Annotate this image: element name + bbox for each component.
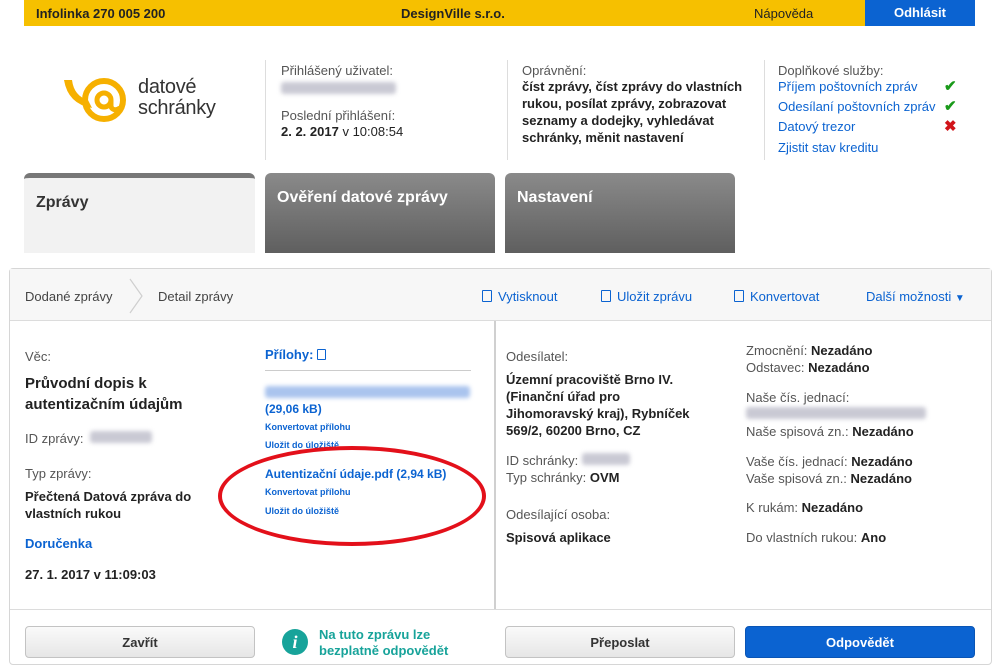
print-icon	[482, 290, 492, 302]
tab-label: Nastavení	[517, 189, 593, 206]
last-login-label: Poslední přihlášení:	[281, 108, 396, 123]
tab-label: Zprávy	[36, 194, 89, 211]
logout-button[interactable]: Odhlásit	[865, 0, 975, 26]
header-divider	[265, 60, 266, 160]
close-button[interactable]: Zavřít	[25, 626, 255, 658]
service-item-data-vault[interactable]: Datový trezor	[778, 119, 855, 134]
tab-label: Ověření datové zprávy	[277, 189, 448, 206]
permissions-label: Oprávnění:	[522, 63, 587, 78]
help-link[interactable]: Nápověda	[754, 6, 813, 21]
our-ref-label: Naše čís. jednací:	[746, 390, 850, 405]
save-message-button[interactable]: Uložit zprávu	[601, 289, 692, 304]
box-type: Typ schránky: OVM	[506, 470, 620, 485]
tab-messages[interactable]: Zprávy	[24, 173, 255, 253]
tab-settings[interactable]: Nastavení	[505, 173, 735, 253]
top-bar: Infolinka 270 005 200 DesignVille s.r.o.…	[24, 0, 975, 26]
cross-icon: ✖	[944, 118, 957, 135]
breadcrumb-detail: Detail zprávy	[158, 289, 234, 304]
logo-text-2: schránky	[138, 97, 216, 119]
caret-down-icon: ▼	[954, 293, 965, 304]
sender-person-label: Odesílající osoba:	[506, 507, 611, 522]
at-sign-logo-icon	[64, 78, 126, 122]
infoline: Infolinka 270 005 200	[36, 6, 166, 21]
box-id-label: ID schránky:	[506, 453, 579, 468]
service-item-postal-receive[interactable]: Příjem poštovních zpráv	[778, 79, 917, 94]
sender-value: Územní pracoviště Brno IV. (Finanční úřa…	[506, 372, 690, 438]
paragraph: Odstavec: Nezadáno	[746, 360, 870, 375]
convert-button[interactable]: Konvertovat	[734, 289, 819, 304]
check-credit-link[interactable]: Zjistit stav kreditu	[778, 140, 878, 155]
message-detail-panel: Dodané zprávy Detail zprávy Vytisknout U…	[9, 268, 992, 665]
convert-icon	[734, 290, 744, 302]
logged-user-label: Přihlášený uživatel:	[281, 63, 393, 78]
more-options-dropdown[interactable]: Další možnosti ▼	[866, 289, 965, 304]
your-file: Vaše spisová zn.: Nezadáno	[746, 471, 912, 486]
info-icon: i	[282, 629, 308, 655]
your-ref: Vaše čís. jednací: Nezadáno	[746, 454, 913, 469]
header-divider	[764, 60, 765, 160]
tab-verify-message[interactable]: Ověření datové zprávy	[265, 173, 495, 253]
reply-button[interactable]: Odpovědět	[745, 626, 975, 658]
services-label: Doplňkové služby:	[778, 63, 884, 78]
personal-delivery: Do vlastních rukou: Ano	[746, 530, 887, 545]
check-icon: ✔	[944, 78, 957, 95]
breadcrumb-delivered[interactable]: Dodané zprávy	[25, 289, 112, 304]
our-ref-value	[746, 407, 926, 419]
logo-text-1: datové	[138, 76, 197, 98]
save-icon	[601, 290, 611, 302]
subject-value: Průvodní dopis k autentizačním údajům	[25, 375, 183, 413]
attachments-divider	[265, 370, 471, 371]
attachments-label: Přílohy:	[265, 347, 332, 362]
download-icon	[317, 349, 327, 360]
last-login-value: 2. 2. 2017 v 10:08:54	[281, 124, 404, 139]
attachment-1-size: (29,06 kB)	[265, 402, 322, 416]
message-type-value: Přečtená Datová zpráva do vlastních ruko…	[25, 489, 192, 521]
breadcrumb-separator-icon	[129, 278, 143, 314]
print-button[interactable]: Vytisknout	[482, 289, 558, 304]
sender-label: Odesílatel:	[506, 349, 569, 364]
permissions-value: číst zprávy, číst zprávy do vlastních ru…	[522, 79, 743, 145]
sender-person-value: Spisová aplikace	[506, 530, 611, 545]
subject-label: Věc:	[25, 349, 52, 364]
header-divider	[507, 60, 508, 160]
free-reply-info: Na tuto zprávu lze bezplatně odpovědět	[319, 627, 449, 658]
message-id-label: ID zprávy:	[25, 431, 84, 446]
authorization: Zmocnění: Nezadáno	[746, 343, 873, 358]
footer: Zavřít i Na tuto zprávu lze bezplatně od…	[10, 609, 991, 664]
message-date: 27. 1. 2017 v 11:09:03	[25, 567, 156, 582]
delivery-receipt-link[interactable]: Doručenka	[25, 536, 92, 551]
service-item-postal-send[interactable]: Odesílaní poštovních zpráv	[778, 99, 936, 114]
attention: K rukám: Nezadáno	[746, 500, 864, 515]
box-id-value	[582, 453, 630, 465]
attachment-1-convert-link[interactable]: Konvertovat přílohu	[265, 422, 351, 432]
attachment-1-name[interactable]	[265, 386, 470, 398]
logo: datové schránky	[62, 70, 232, 130]
check-icon: ✔	[944, 98, 957, 115]
column-divider	[494, 321, 496, 609]
message-type-label: Typ zprávy:	[25, 466, 92, 481]
highlight-ellipse	[218, 446, 486, 546]
message-id-value	[90, 431, 152, 443]
toolbar: Dodané zprávy Detail zprávy Vytisknout U…	[10, 269, 991, 321]
our-file: Naše spisová zn.: Nezadáno	[746, 424, 914, 439]
forward-button[interactable]: Přeposlat	[505, 626, 735, 658]
company-name: DesignVille s.r.o.	[401, 6, 505, 21]
logged-user-value	[281, 82, 396, 94]
